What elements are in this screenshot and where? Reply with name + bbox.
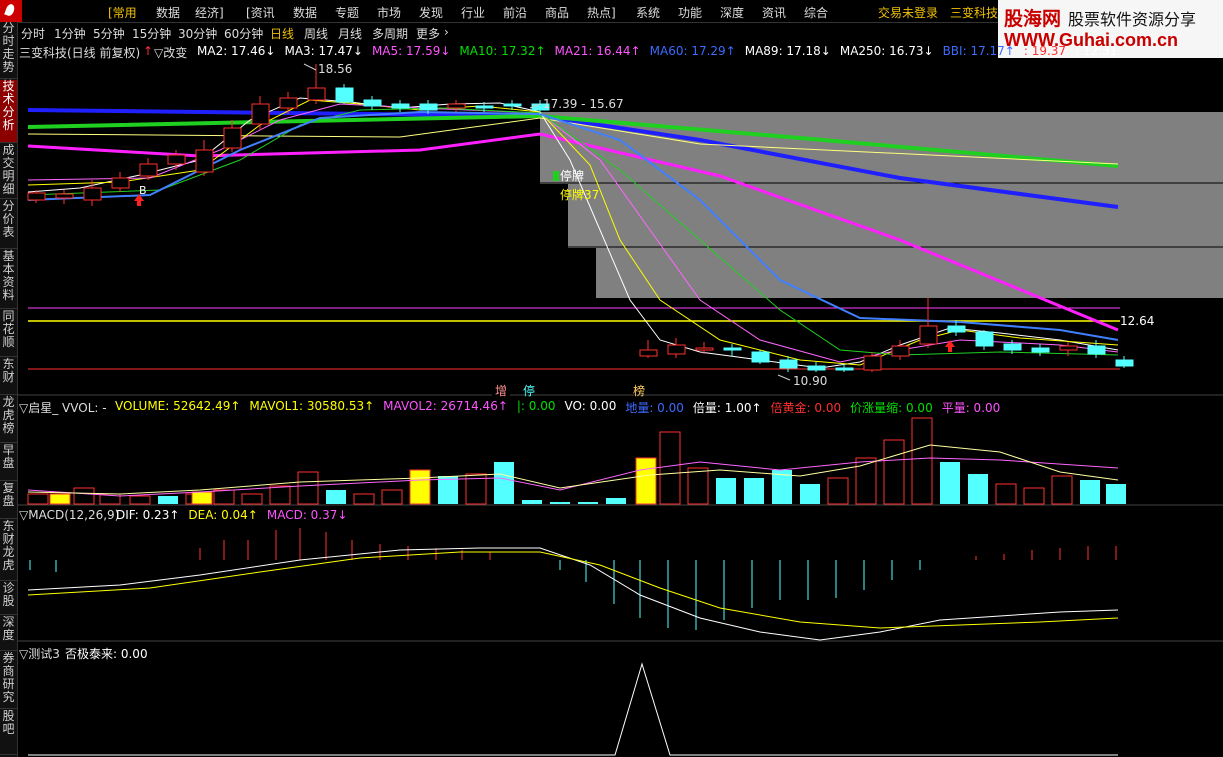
candle-body[interactable] — [835, 367, 854, 371]
candle-body[interactable] — [919, 325, 938, 345]
candle-body[interactable] — [807, 365, 826, 371]
candle-body[interactable] — [111, 177, 130, 189]
candle-body[interactable] — [1031, 347, 1050, 353]
volume-bar — [49, 493, 71, 505]
candle-body[interactable] — [891, 345, 910, 357]
candle-body[interactable] — [167, 154, 186, 165]
volume-bar — [129, 495, 151, 505]
volume-bar — [995, 483, 1017, 505]
candle-body[interactable] — [447, 103, 466, 109]
volume-bar — [438, 476, 458, 504]
suspend-marker — [553, 171, 559, 181]
candle-body[interactable] — [391, 103, 410, 109]
volume-bar — [635, 457, 657, 505]
candle-body[interactable] — [779, 359, 798, 369]
candle-body[interactable] — [1003, 343, 1022, 351]
volume-bar — [191, 491, 213, 505]
candle-body[interactable] — [55, 193, 74, 199]
volume-bar — [883, 439, 905, 505]
volume-bar — [606, 498, 626, 504]
level-label: 12.64 — [1120, 314, 1154, 328]
volume-bar — [911, 417, 933, 505]
volume-bar — [241, 493, 263, 505]
volume-bar — [716, 478, 736, 504]
high-label: 18.56 — [318, 62, 352, 76]
candle-body[interactable] — [363, 99, 382, 107]
candle-body[interactable] — [251, 103, 270, 125]
suspension-shade — [540, 112, 1223, 298]
volume-bar — [269, 485, 291, 505]
volume-bar — [27, 493, 49, 505]
candle-body[interactable] — [195, 149, 214, 173]
volume-bar — [800, 484, 820, 504]
test3-signal-line — [28, 662, 1118, 756]
range-label: 17.39 - 15.67 — [543, 97, 624, 111]
volume-bar — [158, 496, 178, 504]
volume-bar — [1051, 475, 1073, 505]
tag-increase[interactable]: 增 — [495, 384, 507, 398]
candle-body[interactable] — [695, 347, 714, 351]
volume-bar — [659, 431, 681, 505]
volume-bar — [494, 462, 514, 504]
event-tags: 增 停 榜 — [492, 383, 645, 398]
candle-body[interactable] — [223, 127, 242, 149]
volume-bar — [353, 493, 375, 505]
volume-bar — [550, 502, 570, 504]
volume-bar — [409, 469, 431, 505]
candle-body[interactable] — [27, 192, 46, 201]
candle-body[interactable] — [307, 87, 326, 101]
macd-histogram — [29, 528, 1117, 630]
volume-bar — [522, 500, 542, 504]
suspend-days-label: 停牌37 — [560, 187, 599, 202]
candle-body[interactable] — [335, 87, 354, 103]
candle-body[interactable] — [667, 344, 686, 355]
candle-body[interactable] — [1115, 359, 1134, 367]
volume-bar — [744, 478, 764, 504]
candle-body[interactable] — [503, 103, 522, 107]
candle-body[interactable] — [975, 331, 994, 347]
candle-body[interactable] — [139, 163, 158, 177]
candle-body[interactable] — [639, 349, 658, 357]
volume-bar — [73, 487, 95, 505]
volume-bar — [578, 502, 598, 504]
volume-bar — [326, 490, 346, 504]
candle-body[interactable] — [279, 97, 298, 109]
low-label: 10.90 — [793, 374, 827, 388]
volume-bar — [297, 471, 319, 505]
candle-body[interactable] — [1087, 345, 1106, 355]
volume-bar — [1080, 480, 1100, 504]
volume-bar — [213, 489, 235, 505]
candle-body[interactable] — [751, 351, 770, 363]
volume-bar — [855, 457, 877, 505]
volume-bar — [968, 474, 988, 504]
volume-bars — [27, 417, 1126, 505]
candle-body[interactable] — [419, 103, 438, 111]
candle-body[interactable] — [863, 355, 882, 371]
tag-billboard[interactable]: 榜 — [633, 383, 645, 398]
macd-dea-line — [27, 551, 1119, 629]
volume-bar — [687, 467, 709, 505]
volume-bar — [827, 477, 849, 505]
macd-dif-line — [27, 547, 1119, 641]
buy-marker-label: B — [139, 184, 147, 197]
candle-body[interactable] — [947, 325, 966, 333]
suspend-label: 停牌 — [560, 168, 584, 183]
candle-body[interactable] — [723, 347, 742, 351]
volume-bar — [1023, 487, 1045, 505]
volume-bar — [1106, 484, 1126, 504]
volume-bar — [381, 489, 403, 505]
tag-suspend[interactable]: 停 — [523, 383, 535, 398]
candle-body[interactable] — [83, 187, 102, 201]
candle-body[interactable] — [475, 105, 494, 109]
volume-bar — [940, 462, 960, 504]
candle-body[interactable] — [1059, 345, 1078, 351]
kline-chart[interactable]: 18.56 17.39 - 15.67 停牌 停牌37 10.90 12.64 … — [0, 0, 1223, 757]
